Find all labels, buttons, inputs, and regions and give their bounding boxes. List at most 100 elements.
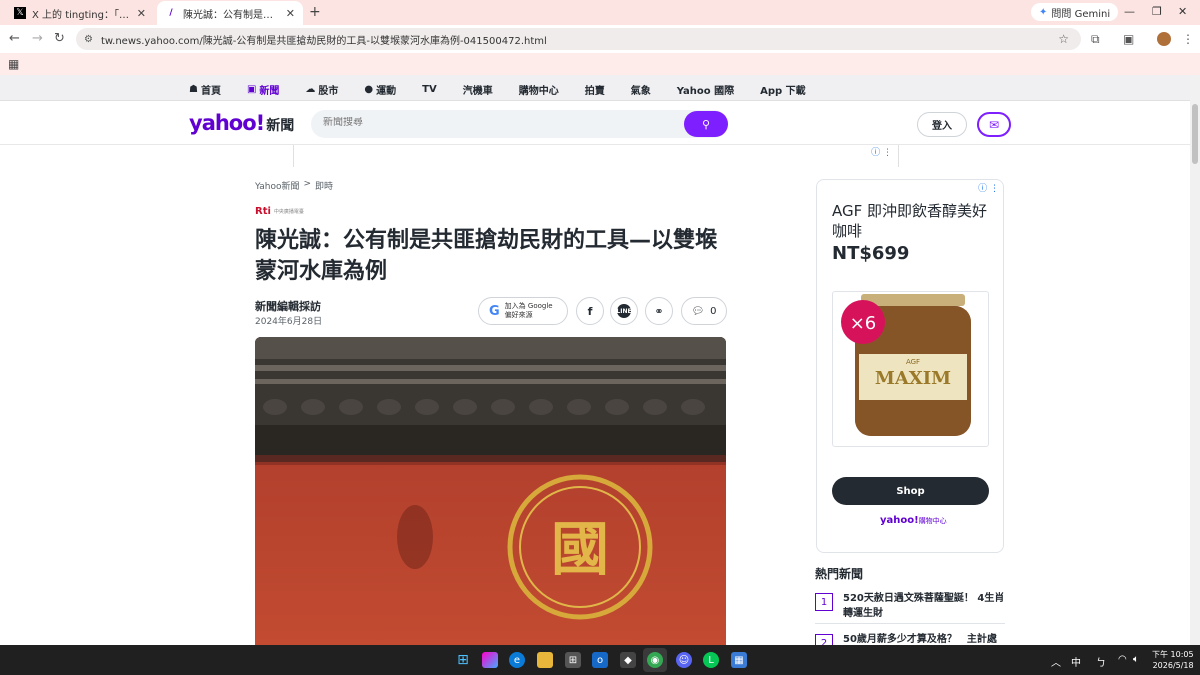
file-explorer-icon[interactable] (537, 652, 553, 668)
stock-icon: ☁ (305, 84, 316, 95)
gemini-icon: ✦ (1039, 6, 1048, 18)
breadcrumb-link-latest[interactable]: 即時 (315, 179, 333, 192)
hot-news-text: 50歲月薪多少才算及格？ 主計處揭 (843, 634, 997, 645)
x-logo-icon: 𝕏 (14, 7, 26, 19)
app-icon[interactable]: ◆ (620, 652, 636, 668)
news-icon: ▣ (246, 84, 257, 95)
hot-news-item[interactable]: 2 50歲月薪多少才算及格？ 主計處揭 (815, 632, 1005, 645)
more-menu-icon[interactable]: ⋮ (1182, 32, 1194, 46)
mail-button[interactable]: ✉ (977, 112, 1011, 137)
ime-mode-icon[interactable]: ㄅ (1096, 654, 1106, 669)
ad-product-image[interactable]: AGF MAXIM ×6 (832, 291, 989, 447)
page-viewport: ☗ 首頁 ▣ 新聞 ☁ 股市 ● 運動 TV 汽機車 購物中心 拍賣 氣象 Yahoo … (0, 75, 1190, 645)
tab-title: X 上的 tingting：「@TReverie (32, 9, 133, 21)
nav-item-weather[interactable]: 氣象 (631, 82, 651, 97)
site-info-icon[interactable]: ⚙ (84, 34, 93, 45)
maximize-button[interactable]: ❐ (1152, 5, 1162, 18)
red-wall-emblem-image: 國 (255, 337, 726, 645)
hot-news-rank: 1 (815, 593, 833, 611)
login-button[interactable]: 登入 (917, 112, 967, 137)
search-input[interactable] (323, 117, 673, 128)
tab-x[interactable]: 𝕏 X 上的 tingting：「@TReverie ✕ (6, 1, 154, 25)
forward-button[interactable]: → (32, 31, 43, 46)
show-hidden-icons[interactable]: ︿ (1051, 654, 1061, 669)
discord-icon[interactable]: ☺ (676, 652, 692, 668)
reload-button[interactable]: ↻ (54, 31, 65, 46)
gemini-button[interactable]: ✦ 問問 Gemini (1031, 3, 1119, 21)
url-field[interactable]: ⚙ tw.news.yahoo.com/陳光誠-公有制是共匪搶劫民財的工具-以雙… (76, 28, 1081, 50)
nav-item-app-download[interactable]: App 下載 (760, 82, 806, 97)
close-window-button[interactable]: ✕ (1178, 5, 1187, 18)
ad-choices-icon[interactable]: ⓘ ⋮ (978, 181, 999, 194)
comments-button[interactable]: 💬︎ 0 (681, 297, 727, 325)
close-icon[interactable]: ✕ (137, 7, 146, 20)
tab-yahoo-article[interactable]: / 陳光誠：公有制是共匪搶劫民財 ✕ (157, 1, 303, 25)
edge-icon[interactable]: e (509, 652, 525, 668)
google-preferred-source-button[interactable]: G 加入為 Google 偏好來源 (478, 297, 568, 325)
volume-icon[interactable]: 🔈︎ (1133, 654, 1139, 665)
hot-news-title: 熱門新聞 (815, 567, 864, 581)
source-logo[interactable]: Rti 中央廣播電臺 (255, 206, 304, 217)
url-text: tw.news.yahoo.com/陳光誠-公有制是共匪搶劫民財的工具-以雙堠蒙… (100, 35, 547, 47)
start-icon[interactable]: ⊞ (455, 652, 471, 668)
search-icon: ⚲ (701, 117, 711, 131)
nav-item-tv[interactable]: TV (422, 82, 437, 97)
comment-icon: 💬︎ (691, 305, 705, 317)
profile-avatar[interactable] (1157, 32, 1171, 46)
comment-count: 0 (710, 305, 717, 317)
article-date: 2024年6月28日 (255, 317, 323, 327)
breadcrumb-link-news[interactable]: Yahoo新聞 (255, 179, 300, 192)
minimize-button[interactable]: — (1124, 5, 1135, 18)
line-app-icon[interactable]: L (703, 652, 719, 668)
nav-item-auction[interactable]: 拍賣 (585, 82, 605, 97)
wifi-icon[interactable]: ◠ (1118, 654, 1127, 665)
hot-news-rank: 2 (815, 634, 833, 645)
bookmark-star-icon[interactable]: ☆ (1058, 32, 1069, 46)
extensions-icon[interactable]: ⧉ (1091, 32, 1100, 47)
nav-item-shopping[interactable]: 購物中心 (519, 82, 559, 97)
home-icon: ☗ (189, 84, 198, 95)
line-icon: LINE (616, 304, 632, 318)
nav-item-sports[interactable]: ● 運動 (364, 82, 396, 97)
nav-item-international[interactable]: Yahoo 國際 (677, 82, 734, 97)
ad-title[interactable]: AGF 即沖即飲香醇美好咖啡 (832, 201, 997, 241)
chrome-icon[interactable]: ◉ (647, 652, 663, 668)
ime-indicator[interactable]: 中 (1071, 654, 1081, 669)
nav-item-home[interactable]: ☗ 首頁 (189, 82, 221, 97)
close-icon[interactable]: ✕ (286, 7, 295, 20)
tab-strip: 𝕏 X 上的 tingting：「@TReverie ✕ / 陳光誠：公有制是共… (0, 0, 1200, 25)
yahoo-news-logo[interactable]: yahoo! 新聞 (189, 111, 294, 135)
sidebar-ad-card[interactable]: ⓘ ⋮ AGF 即沖即飲香醇美好咖啡 NT$699 AGF MAXIM ×6 S… (816, 179, 1004, 553)
outlook-icon[interactable]: o (592, 652, 608, 668)
google-icon: G (489, 303, 500, 319)
system-clock[interactable]: 下午 10:05 2026/5/18 (1152, 649, 1194, 671)
yahoo-shopping-logo: yahoo!購物中心 (880, 515, 947, 526)
sidepanel-icon[interactable]: ▣ (1123, 32, 1134, 46)
ad-badge: ×6 (850, 313, 877, 334)
ad-choices-icon[interactable]: ⓘ ⋮ (871, 145, 892, 158)
search-button[interactable]: ⚲ (684, 111, 728, 137)
facebook-icon: f (587, 304, 593, 318)
apps-grid-icon[interactable]: ▦ (8, 57, 19, 71)
scrollbar-thumb[interactable] (1192, 104, 1198, 164)
calculator-icon[interactable]: ▦ (731, 652, 747, 668)
share-line-button[interactable]: LINE (610, 297, 638, 325)
share-facebook-button[interactable]: f (576, 297, 604, 325)
article-hero-image: 國 (255, 337, 726, 645)
shop-button[interactable]: Shop (832, 477, 989, 505)
clock-time: 下午 10:05 (1152, 650, 1194, 659)
article-author[interactable]: 新聞編輯採訪 (255, 298, 321, 314)
store-icon[interactable]: ⊞ (565, 652, 581, 668)
copy-link-button[interactable]: ⚭ (645, 297, 673, 325)
nav-item-auto[interactable]: 汽機車 (463, 82, 493, 97)
back-button[interactable]: ← (9, 31, 20, 46)
nav-item-stock[interactable]: ☁ 股市 (305, 82, 338, 97)
windows-taskbar: ⊞ e ⊞ o ◆ ◉ ☺ L ▦ ︿ 中 ㄅ ◠ 🔈︎ 下午 10:05 20… (0, 645, 1200, 675)
hot-news-item[interactable]: 1 520天赦日遇文殊菩薩聖誕！ 4生肖轉運生財 (815, 591, 1005, 621)
site-header: yahoo!新聞 ⚲ 登入 ✉ (0, 101, 1190, 145)
nav-item-news[interactable]: ▣ 新聞 (247, 82, 279, 97)
copilot-icon[interactable] (482, 652, 498, 668)
ad-product-brand: MAXIM (875, 368, 951, 389)
link-icon: ⚭ (654, 304, 664, 318)
new-tab-button[interactable]: + (309, 4, 321, 20)
